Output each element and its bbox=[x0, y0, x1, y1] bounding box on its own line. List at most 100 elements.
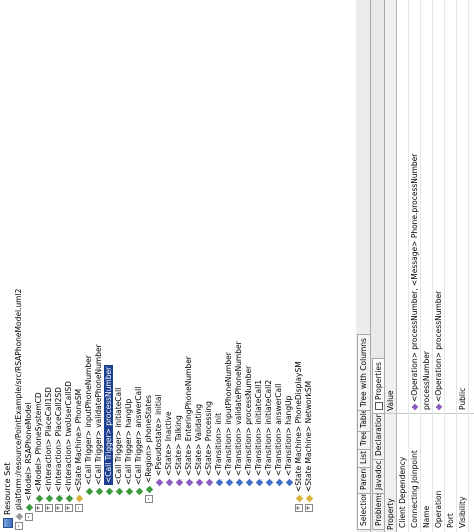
expand-icon[interactable]: + bbox=[65, 504, 73, 512]
collapse-icon[interactable]: - bbox=[75, 504, 83, 512]
tree-node[interactable]: <Transition> initiateCall2 bbox=[264, 10, 274, 530]
tree-node[interactable]: + <Interaction> PlaceCall1SD bbox=[44, 10, 54, 530]
tree-node[interactable]: + <Interaction> PlaceCall2SD bbox=[54, 10, 64, 530]
bottom-tab[interactable]: Properties bbox=[372, 358, 384, 414]
tree-node[interactable]: + <Interaction> twoUserCallSD bbox=[64, 10, 74, 530]
uml-element-icon bbox=[305, 494, 313, 503]
tree-node[interactable]: <State> Processing bbox=[204, 10, 214, 530]
expand-icon[interactable]: + bbox=[35, 504, 43, 512]
tree-node-label: <Interaction> twoUserCallSD bbox=[64, 381, 73, 492]
uml-element-icon bbox=[245, 478, 253, 487]
uml-element-icon bbox=[145, 485, 153, 494]
tree-node[interactable]: <State> Validating bbox=[194, 10, 204, 530]
tree-node-label: <State> Processing bbox=[204, 401, 213, 476]
bottom-tab[interactable]: Javadoc bbox=[372, 456, 384, 494]
tree-node[interactable]: <State> EnteringPhoneNumber bbox=[184, 10, 194, 530]
property-value[interactable]: processNumber bbox=[421, 351, 432, 410]
tree-node[interactable]: <Call Trigger> inputPhoneNumber bbox=[84, 10, 94, 530]
tree-node[interactable]: <State> Talking bbox=[174, 10, 184, 530]
view-tab[interactable]: List bbox=[357, 446, 370, 468]
tree-node[interactable]: <Call Trigger> processNumber bbox=[104, 10, 114, 530]
tree-node-label: <Transition> init bbox=[214, 412, 223, 476]
tree-node[interactable]: <Transition> hangUp bbox=[284, 10, 294, 530]
tree-node[interactable]: <Call Trigger> validatePhoneNumber bbox=[94, 10, 104, 530]
tree-node[interactable]: <Transition> answerCall bbox=[274, 10, 284, 530]
expand-icon[interactable]: + bbox=[305, 504, 313, 512]
tree-node[interactable]: <Call Trigger> hangUp bbox=[124, 10, 134, 530]
property-value[interactable]: <Operation> processNumber, <Message> Pho… bbox=[409, 154, 420, 411]
tree-node[interactable]: <Transition> processNumber bbox=[244, 10, 254, 530]
property-name: Operation bbox=[434, 490, 443, 528]
tree-node[interactable]: <Call Trigger> initiateCall bbox=[114, 10, 124, 530]
uml-element-icon bbox=[25, 503, 33, 512]
resource-set-panel: Resource Set -platform:/resource/PointEx… bbox=[0, 0, 357, 532]
tree-node-label: <Model> PhoneSystemCD bbox=[34, 392, 43, 492]
uml-element-icon bbox=[185, 478, 193, 487]
tree-node[interactable]: + <State Machine> NetworkSM bbox=[304, 10, 314, 530]
tree-node[interactable]: - <Region> phoneStates bbox=[144, 10, 154, 530]
tree-node[interactable]: <Call Trigger> answerCall bbox=[134, 10, 144, 530]
resource-tree[interactable]: -platform:/resource/PointExample/src/RSA… bbox=[14, 10, 314, 530]
bottom-tab[interactable]: Declaration bbox=[372, 408, 384, 460]
uml-element-icon bbox=[235, 478, 243, 487]
collapse-icon[interactable]: - bbox=[145, 495, 153, 503]
view-tab[interactable]: Tree with Columns bbox=[357, 334, 370, 411]
tree-node[interactable]: <Transition> validatePhoneNumber bbox=[234, 10, 244, 530]
property-value[interactable]: Public bbox=[457, 388, 468, 410]
tree-node-label: <Transition> validatePhoneNumber bbox=[234, 341, 243, 476]
collapse-icon[interactable]: - bbox=[25, 513, 33, 521]
tree-node-label: <Call Trigger> inputPhoneNumber bbox=[84, 355, 93, 485]
tree-node[interactable]: + <State Machine> PhoneDisplaySM bbox=[294, 10, 304, 530]
uml-element-icon bbox=[275, 478, 283, 487]
property-row[interactable]: Client Dependency bbox=[397, 0, 409, 532]
tree-node-label: <Transition> initiateCall2 bbox=[264, 379, 273, 476]
property-value[interactable]: <Operation> processNumber bbox=[433, 291, 444, 411]
expand-icon[interactable]: + bbox=[55, 504, 63, 512]
property-row[interactable]: Port bbox=[445, 0, 457, 532]
tree-node[interactable]: - <Model> RSAPhoneModel bbox=[24, 10, 34, 530]
tree-node-label: <Interaction> PlaceCall1SD bbox=[44, 387, 53, 492]
uml-element-icon bbox=[105, 487, 113, 496]
operation-icon bbox=[435, 403, 443, 411]
uml-element-icon bbox=[75, 494, 83, 503]
uml-element-icon bbox=[155, 478, 163, 487]
resource-set-title: Resource Set bbox=[2, 463, 13, 528]
uml-element-icon bbox=[55, 494, 63, 503]
resource-set-icon bbox=[2, 518, 13, 528]
bottom-tab-label: Javadoc bbox=[374, 460, 383, 490]
expand-icon[interactable]: + bbox=[295, 504, 303, 512]
view-tab-strip: Selection Parent List Tree Table Tree with Co… bbox=[356, 0, 371, 532]
tree-node-label: platform:/resource/PointExample/src/RSAP… bbox=[14, 288, 23, 510]
tree-node-label: <State Machine> NetworkSM bbox=[304, 380, 313, 492]
tree-node[interactable]: - <State Machine> PhoneSM bbox=[74, 10, 84, 530]
tree-node-label: <State> Talking bbox=[174, 415, 183, 476]
tree-node-label: <Call Trigger> answerCall bbox=[134, 386, 143, 485]
tree-node-label: <State Machine> PhoneDisplaySM bbox=[294, 361, 303, 492]
property-row[interactable]: Operation <Operation> processNumber bbox=[433, 0, 445, 532]
tree-node-label: <Pseudostate> initial bbox=[154, 394, 163, 476]
expand-icon[interactable]: + bbox=[45, 504, 53, 512]
tree-node-label: <Model> RSAPhoneModel bbox=[24, 402, 33, 501]
tree-node-label: <Region> phoneStates bbox=[144, 395, 153, 483]
collapse-icon[interactable]: - bbox=[15, 522, 23, 530]
tree-node[interactable]: + <Model> PhoneSystemCD bbox=[34, 10, 44, 530]
property-row[interactable]: Name processNumber bbox=[421, 0, 433, 532]
uml-element-icon bbox=[125, 487, 133, 496]
property-row[interactable]: Visibility Public bbox=[457, 0, 469, 532]
property-row[interactable]: Connecting Joinpoint <Operation> processN… bbox=[409, 0, 421, 532]
tree-node[interactable]: <Pseudostate> initial bbox=[154, 10, 164, 530]
tree-node[interactable]: - platform:/resource/PointExample/src/RSA… bbox=[14, 10, 24, 530]
tree-node[interactable]: <Transition> inputPhoneNumber bbox=[224, 10, 234, 530]
tree-node[interactable]: <Transition> init bbox=[214, 10, 224, 530]
tree-node[interactable]: <State> Inactive bbox=[164, 10, 174, 530]
tree-node[interactable]: <Transition> initiateCall1 bbox=[254, 10, 264, 530]
tree-node-label: <Call Trigger> validatePhoneNumber bbox=[94, 344, 103, 485]
